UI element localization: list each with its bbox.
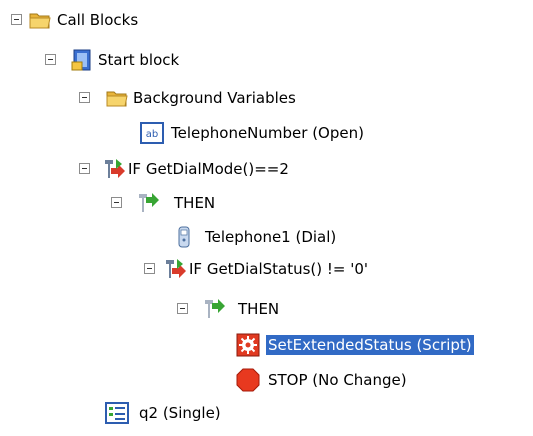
node-label-selected: SetExtendedStatus (Script) [266,335,474,355]
collapse-toggle[interactable] [79,163,90,174]
tree-node-set-extended-status[interactable]: SetExtendedStatus (Script) [0,330,533,360]
single-choice-icon [105,402,129,424]
node-label: Background Variables [133,89,296,107]
telephone-icon [178,226,190,248]
tree-node-call-blocks[interactable]: Call Blocks [0,5,533,35]
collapse-toggle[interactable] [79,92,90,103]
node-label: q2 (Single) [139,404,221,422]
node-label: IF GetDialMode()==2 [128,160,289,178]
node-label: Start block [98,51,180,69]
folder-icon [106,91,128,107]
tree-node-telephone1[interactable]: Telephone1 (Dial) [0,222,533,252]
collapse-toggle[interactable] [177,303,188,314]
node-label: TelephoneNumber (Open) [171,124,364,142]
node-label: IF GetDialStatus() != '0' [189,260,369,278]
tree-node-start-block[interactable]: Start block [0,45,533,75]
tree-node-if-dial-mode[interactable]: IF GetDialMode()==2 [0,154,533,184]
node-label: THEN [238,300,280,318]
if-condition-icon [166,259,186,278]
tree-node-stop[interactable]: STOP (No Change) [0,365,533,395]
tree-node-then[interactable]: THEN [0,188,533,218]
script-icon [236,333,260,357]
then-branch-icon [139,193,159,212]
folder-icon [29,13,51,29]
node-label: THEN [174,194,216,212]
collapse-toggle[interactable] [144,263,155,274]
tree-node-q2[interactable]: q2 (Single) [0,398,533,428]
node-label: Call Blocks [57,11,139,29]
collapse-toggle[interactable] [11,14,22,25]
tree-node-then[interactable]: THEN [0,294,533,324]
start-block-icon [71,49,91,71]
collapse-toggle[interactable] [111,197,122,208]
node-label: Telephone1 (Dial) [205,228,337,246]
then-branch-icon [205,299,225,318]
collapse-toggle[interactable] [45,54,56,65]
node-label: STOP (No Change) [268,371,407,389]
stop-icon [236,368,260,392]
tree-node-if-dial-status[interactable]: IF GetDialStatus() != '0' [0,254,533,284]
tree-node-background-variables[interactable]: Background Variables [0,83,533,113]
if-condition-icon [105,159,125,178]
text-field-icon: ab [140,122,164,144]
svg-text:ab: ab [146,129,158,140]
tree-node-telephone-number[interactable]: ab TelephoneNumber (Open) [0,118,533,148]
